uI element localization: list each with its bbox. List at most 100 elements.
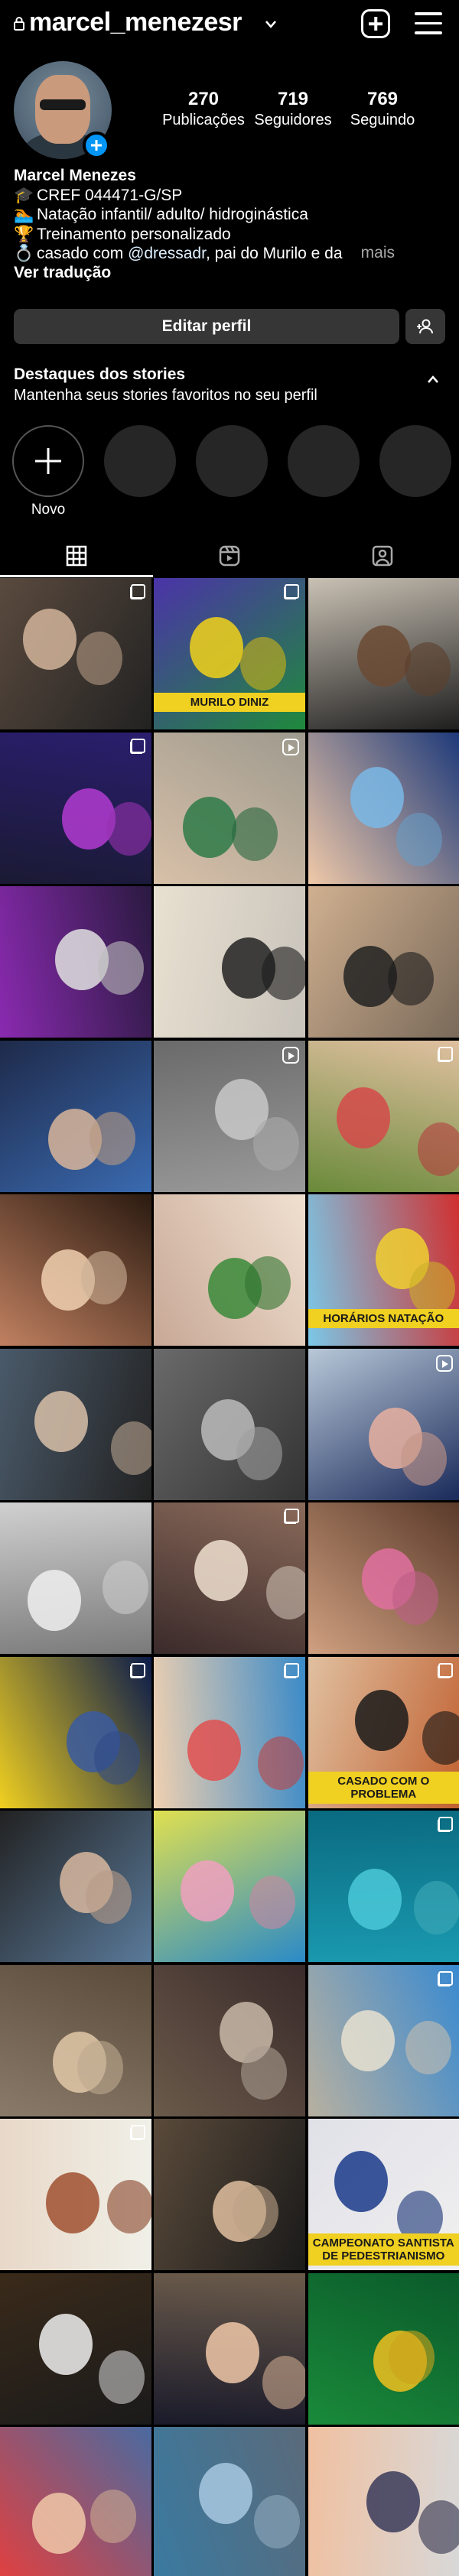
multiple-photos-icon xyxy=(129,2125,145,2140)
bio: Marcel Menezes 🎓 CREF 044471-G/SP 🏊 Nataçã… xyxy=(14,167,450,282)
grid-post[interactable]: MURILO DINIZ xyxy=(154,578,305,729)
grid-post[interactable] xyxy=(0,2427,151,2576)
grid-post[interactable] xyxy=(154,1811,305,1962)
followers-count: 719 xyxy=(277,89,309,109)
grid-post[interactable] xyxy=(308,1502,459,1654)
highlights-row: Novo xyxy=(0,425,459,518)
grid-post[interactable] xyxy=(0,1811,151,1962)
grid-post[interactable] xyxy=(154,1502,305,1654)
highlight-placeholder xyxy=(196,425,268,497)
more-link[interactable]: mais xyxy=(361,244,395,263)
multiple-photos-icon xyxy=(438,1662,453,1678)
bio-line: 🎓 CREF 044471-G/SP xyxy=(14,185,183,204)
active-tab-indicator xyxy=(0,575,153,577)
post-caption-text: HORÁRIOS NATAÇÃO xyxy=(308,1309,459,1328)
username[interactable]: marcel_menezesr xyxy=(29,8,242,37)
grid-post[interactable] xyxy=(0,732,151,884)
discover-people-button[interactable] xyxy=(405,309,445,344)
multiple-photos-icon xyxy=(283,1509,299,1524)
menu-icon[interactable] xyxy=(415,12,442,35)
followers-label: Seguidores xyxy=(254,112,332,128)
stat-posts: 270 Publicações xyxy=(158,89,249,129)
grid-post[interactable] xyxy=(0,886,151,1038)
grid-post[interactable] xyxy=(308,1964,459,2116)
grid-post[interactable]: CASADO COM O PROBLEMA xyxy=(308,1656,459,1808)
tab-posts[interactable] xyxy=(0,535,153,578)
edit-profile-button[interactable]: Editar perfil xyxy=(14,309,399,344)
grid-post[interactable] xyxy=(154,886,305,1038)
grid-post[interactable] xyxy=(0,1964,151,2116)
grid-post[interactable] xyxy=(308,1348,459,1500)
following-label: Seguindo xyxy=(350,112,415,128)
grid-post[interactable] xyxy=(154,1194,305,1346)
ring-icon: 💍 xyxy=(14,244,34,262)
add-story-icon[interactable] xyxy=(83,132,110,159)
new-highlight-label: Novo xyxy=(31,502,66,518)
translate-link[interactable]: Ver tradução xyxy=(14,264,450,283)
multiple-photos-icon xyxy=(438,1046,453,1062)
bio-line: 🏊 Natação infantil/ adulto/ hidroginástic… xyxy=(14,205,308,223)
grid-post[interactable] xyxy=(0,1656,151,1808)
posts-label: Publicações xyxy=(162,112,245,128)
grid-post[interactable] xyxy=(0,1502,151,1654)
graduation-cap-icon: 🎓 xyxy=(14,185,34,204)
swimmer-icon: 🏊 xyxy=(14,205,34,223)
mention-link[interactable]: @dressadr xyxy=(128,245,206,262)
grid-post[interactable] xyxy=(154,732,305,884)
profile-tabs xyxy=(0,535,459,578)
grid-post[interactable] xyxy=(308,578,459,729)
chevron-up-icon[interactable] xyxy=(427,375,439,384)
grid-post[interactable] xyxy=(308,2272,459,2425)
multiple-photos-icon xyxy=(283,1662,299,1678)
highlights-subtitle: Mantenha seus stories favoritos no seu p… xyxy=(14,387,317,404)
tab-tagged[interactable] xyxy=(306,535,459,578)
chevron-down-icon[interactable] xyxy=(265,20,277,29)
grid-post[interactable] xyxy=(308,1811,459,1962)
grid-post[interactable] xyxy=(0,1348,151,1500)
multiple-photos-icon xyxy=(438,1817,453,1832)
grid-post[interactable] xyxy=(154,2119,305,2270)
reel-icon xyxy=(282,1046,299,1064)
grid-post[interactable] xyxy=(308,1040,459,1192)
bio-line: 🏆 Treinamento personalizado xyxy=(14,224,231,243)
grid-post[interactable] xyxy=(308,2427,459,2576)
stat-followers[interactable]: 719 Seguidores xyxy=(247,89,339,129)
highlights-title: Destaques dos stories xyxy=(14,365,186,383)
following-count: 769 xyxy=(366,89,399,109)
multiple-photos-icon xyxy=(129,1662,145,1678)
grid-post[interactable] xyxy=(154,1348,305,1500)
profile-header: marcel_menezesr xyxy=(0,0,459,47)
grid-post[interactable] xyxy=(154,1964,305,2116)
highlight-placeholder xyxy=(379,425,451,497)
new-highlight-button[interactable] xyxy=(12,425,84,497)
grid-post[interactable] xyxy=(0,1194,151,1346)
reel-icon xyxy=(282,738,299,755)
multiple-photos-icon xyxy=(129,584,145,599)
grid-post[interactable] xyxy=(154,2272,305,2425)
grid-post[interactable]: HORÁRIOS NATAÇÃO xyxy=(308,1194,459,1346)
posts-count: 270 xyxy=(187,89,220,109)
grid-post[interactable] xyxy=(308,886,459,1038)
multiple-photos-icon xyxy=(438,1970,453,1986)
grid-post[interactable] xyxy=(0,1040,151,1192)
stat-following[interactable]: 769 Seguindo xyxy=(337,89,428,129)
multiple-photos-icon xyxy=(283,584,299,599)
grid-post[interactable] xyxy=(0,2272,151,2425)
add-person-icon xyxy=(417,319,433,334)
grid-post[interactable] xyxy=(154,2427,305,2576)
grid-post[interactable] xyxy=(154,1040,305,1192)
tab-reels[interactable] xyxy=(153,535,306,578)
grid-post[interactable] xyxy=(0,2119,151,2270)
plus-box-icon[interactable] xyxy=(361,9,390,38)
reel-icon xyxy=(436,1354,453,1372)
reels-icon xyxy=(219,545,240,567)
grid-post[interactable] xyxy=(308,732,459,884)
grid-icon xyxy=(66,545,87,567)
grid-post[interactable]: CAMPEONATO SANTISTA DE PEDESTRIANISMO xyxy=(308,2119,459,2270)
grid-post[interactable] xyxy=(0,578,151,729)
display-name: Marcel Menezes xyxy=(14,167,136,184)
posts-grid: MURILO DINIZ HORÁRIOS NATAÇÃO CASADO COM O… xyxy=(0,578,459,2576)
profile-screen: marcel_menezesr 270 Publicações 719 Segu… xyxy=(0,0,459,2576)
grid-post[interactable] xyxy=(154,1656,305,1808)
post-caption-text: MURILO DINIZ xyxy=(154,693,305,712)
